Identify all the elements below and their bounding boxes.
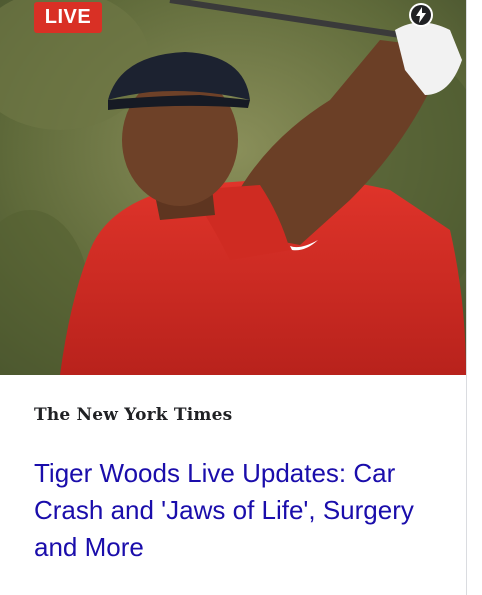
news-card[interactable]: LIVE The New York Times Tiger Woods Live…	[0, 0, 467, 595]
publisher-name: The New York Times	[34, 405, 233, 425]
article-headline[interactable]: Tiger Woods Live Updates: Car Crash and …	[34, 455, 434, 566]
article-photo[interactable]: LIVE	[0, 0, 466, 375]
card-content: The New York Times Tiger Woods Live Upda…	[0, 375, 466, 595]
lightning-bolt-icon	[408, 2, 434, 28]
live-badge: LIVE	[34, 2, 102, 33]
